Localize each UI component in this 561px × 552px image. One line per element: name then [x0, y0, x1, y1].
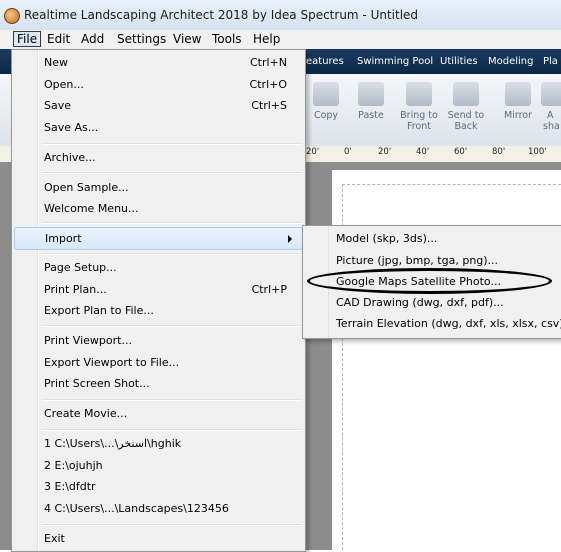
- align-icon: [541, 82, 561, 106]
- mirror-icon: [505, 82, 531, 106]
- menu-item-export-plan[interactable]: Export Plan to File...: [12, 300, 305, 321]
- bring-to-front-button[interactable]: Bring to Front: [396, 82, 442, 132]
- menu-item-recent-2[interactable]: 2 E:\ojuhjh: [12, 455, 305, 476]
- menu-separator: [42, 524, 302, 526]
- paste-button[interactable]: Paste: [348, 82, 394, 121]
- bring-to-front-icon: [406, 82, 432, 106]
- menu-separator: [42, 399, 302, 401]
- menu-help[interactable]: Help: [250, 32, 283, 46]
- menu-item-open[interactable]: Open... Ctrl+O: [12, 74, 305, 95]
- ruler-tick: 80': [492, 147, 506, 157]
- copy-button[interactable]: Copy: [303, 82, 349, 121]
- menu-separator: [42, 429, 302, 431]
- title-bar: Realtime Landscaping Architect 2018 by I…: [0, 0, 561, 31]
- menu-item-welcome-menu[interactable]: Welcome Menu...: [12, 198, 305, 219]
- ruler-tick: 0': [344, 147, 352, 157]
- ruler-tick: 100': [528, 147, 547, 157]
- menu-view[interactable]: View: [170, 32, 204, 46]
- menu-item-import[interactable]: Import: [14, 227, 303, 250]
- ruler-tick: 40': [416, 147, 430, 157]
- tab-swimming-pool[interactable]: Swimming Pool: [357, 56, 433, 67]
- ruler-tick: 20': [378, 147, 392, 157]
- tab-features[interactable]: eatures: [306, 56, 344, 67]
- menu-settings[interactable]: Settings: [114, 32, 169, 46]
- menu-separator: [42, 325, 302, 327]
- copy-icon: [313, 82, 339, 106]
- menu-item-open-sample[interactable]: Open Sample...: [12, 177, 305, 198]
- menu-item-recent-1[interactable]: 1 C:\Users\...\اسنخر\hghik: [12, 433, 305, 454]
- menu-item-recent-4[interactable]: 4 C:\Users\...\Landscapes\123456: [12, 498, 305, 519]
- menu-item-save-as[interactable]: Save As...: [12, 117, 305, 138]
- menu-item-create-movie[interactable]: Create Movie...: [12, 403, 305, 424]
- tab-modeling[interactable]: Modeling: [488, 56, 534, 67]
- import-model-item[interactable]: Model (skp, 3ds)...: [303, 228, 561, 250]
- tab-plants[interactable]: Pla: [543, 56, 558, 67]
- ruler-tick: 20': [306, 147, 320, 157]
- menu-item-print-plan[interactable]: Print Plan... Ctrl+P: [12, 279, 305, 300]
- menu-item-print-viewport[interactable]: Print Viewport...: [12, 330, 305, 351]
- menu-add[interactable]: Add: [78, 32, 107, 46]
- highlight-annotation: [307, 268, 552, 294]
- tab-utilities[interactable]: Utilities: [440, 56, 478, 67]
- menu-item-new[interactable]: New Ctrl+N: [12, 52, 305, 73]
- window-title: Realtime Landscaping Architect 2018 by I…: [24, 8, 419, 22]
- menu-separator: [42, 253, 302, 255]
- page-border: [342, 184, 561, 185]
- send-to-back-button[interactable]: Send to Back: [443, 82, 489, 132]
- menu-item-save[interactable]: Save Ctrl+S: [12, 95, 305, 116]
- menu-item-print-screen-shot[interactable]: Print Screen Shot...: [12, 373, 305, 394]
- align-shapes-button[interactable]: A sha: [535, 82, 561, 132]
- import-terrain-elevation-item[interactable]: Terrain Elevation (dwg, dxf, xls, xlsx, …: [303, 313, 561, 335]
- menu-item-page-setup[interactable]: Page Setup...: [12, 257, 305, 278]
- menu-separator: [42, 143, 302, 145]
- menu-bar: File Edit Add Settings View Tools Help: [0, 30, 561, 50]
- menu-item-exit[interactable]: Exit: [12, 528, 305, 549]
- menu-item-export-viewport[interactable]: Export Viewport to File...: [12, 352, 305, 373]
- paste-icon: [358, 82, 384, 106]
- ruler-tick: 60': [454, 147, 468, 157]
- menu-tools[interactable]: Tools: [209, 32, 245, 46]
- menu-separator: [42, 172, 302, 174]
- menu-item-archive[interactable]: Archive...: [12, 147, 305, 168]
- menu-separator: [42, 222, 302, 224]
- menu-edit[interactable]: Edit: [44, 32, 73, 46]
- menu-file[interactable]: File: [13, 31, 42, 47]
- menu-item-recent-3[interactable]: 3 E:\dfdtr: [12, 476, 305, 497]
- send-to-back-icon: [453, 82, 479, 106]
- file-menu: New Ctrl+N Open... Ctrl+O Save Ctrl+S Sa…: [11, 49, 306, 552]
- app-icon: [4, 8, 20, 24]
- import-cad-drawing-item[interactable]: CAD Drawing (dwg, dxf, pdf)...: [303, 292, 561, 314]
- submenu-arrow-icon: [288, 235, 292, 243]
